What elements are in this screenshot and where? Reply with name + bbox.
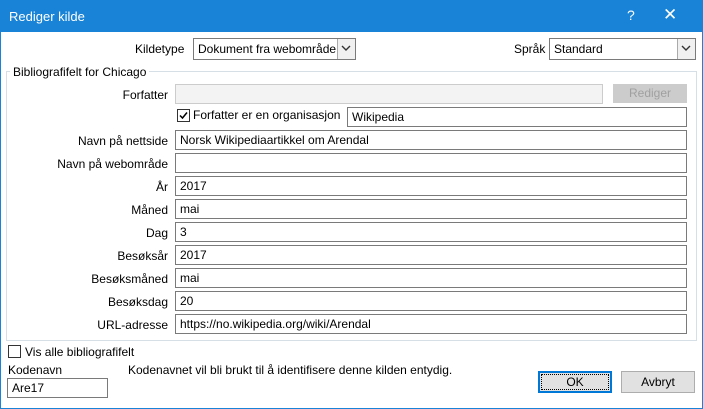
bibliography-group-title: Bibliografifelt for Chicago [10,65,150,79]
website-title-field[interactable]: Norsk Wikipediaartikkel om Arendal [175,130,687,150]
source-type-value: Dokument fra webområde [198,42,337,56]
organization-name-field[interactable]: Wikipedia [347,107,687,127]
source-type-select[interactable]: Dokument fra webområde [193,38,356,60]
site-name-field[interactable] [175,153,687,173]
tag-name-field[interactable]: Are17 [7,378,108,398]
field-label-access-day: Besøksdag [107,295,168,309]
access-year-field[interactable]: 2017 [175,245,687,265]
cancel-button[interactable]: Avbryt [621,371,695,393]
organization-checkbox-label[interactable]: Forfatter er en organisasjon [193,108,340,122]
language-value: Standard [554,42,603,56]
edit-source-dialog: Rediger kilde ? ✕ Kildetype Dokument fra… [0,0,703,409]
dialog-title: Rediger kilde [9,9,85,24]
show-all-fields-label[interactable]: Vis alle bibliografifelt [25,345,134,359]
show-all-fields-checkbox[interactable] [8,345,21,358]
field-label-website-title: Navn på nettside [77,134,168,148]
author-label: Forfatter [122,88,168,102]
source-type-label: Kildetype [135,42,185,56]
field-label-site-name: Navn på webområde [57,157,168,171]
title-bar: Rediger kilde ? ✕ [1,1,702,32]
help-icon[interactable]: ? [627,7,635,23]
tag-name-label: Kodenavn [8,363,63,377]
edit-author-button[interactable]: Rediger [613,84,687,103]
close-icon[interactable]: ✕ [663,5,677,25]
author-field[interactable] [175,84,603,104]
field-label-day: Dag [145,226,168,240]
access-day-field[interactable]: 20 [175,291,687,311]
tag-name-hint: Kodenavnet vil bli brukt til å identifis… [128,363,453,377]
day-field[interactable]: 3 [175,222,687,242]
field-label-access-year: Besøksår [117,249,168,263]
field-label-url: URL-adresse [97,318,168,332]
organization-checkbox[interactable] [177,109,190,122]
year-field[interactable]: 2017 [175,176,687,196]
month-field[interactable]: mai [175,199,687,219]
url-field[interactable]: https://no.wikipedia.org/wiki/Arendal [175,314,687,334]
language-select[interactable]: Standard [549,38,696,60]
access-month-field[interactable]: mai [175,268,687,288]
chevron-down-icon[interactable] [337,39,355,59]
focus-ring [541,374,609,390]
language-label: Språk [514,42,546,56]
field-label-month: Måned [131,203,168,217]
field-label-access-month: Besøksmåned [91,272,168,286]
chevron-down-icon[interactable] [677,39,695,59]
ok-button[interactable]: OK [538,371,612,393]
field-label-year: År [156,180,168,194]
